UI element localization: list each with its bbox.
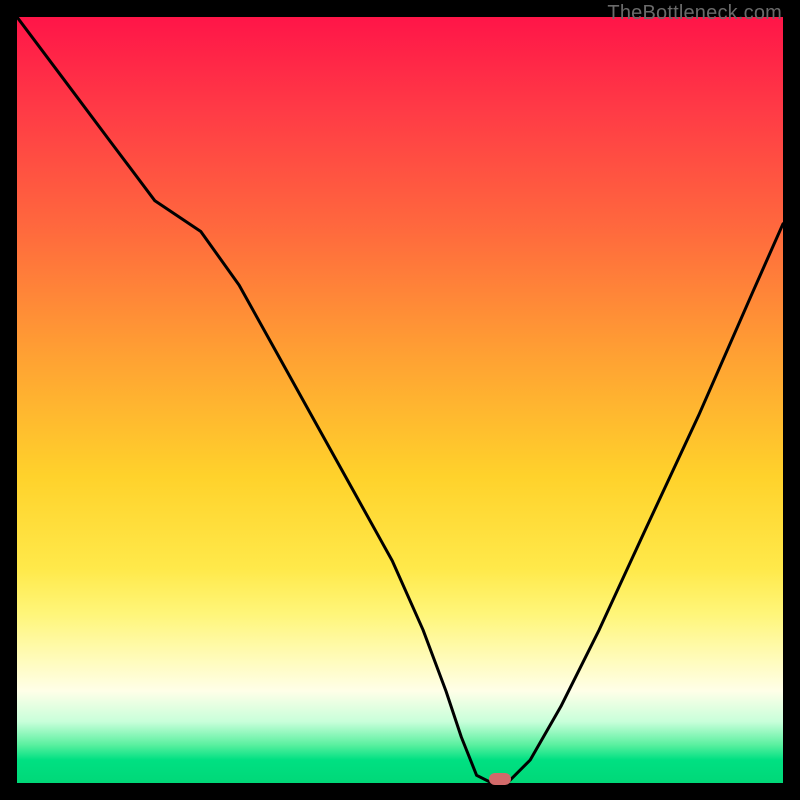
bottleneck-curve (17, 17, 783, 783)
plot-area (17, 17, 783, 783)
minimum-marker (489, 773, 511, 785)
watermark-text: TheBottleneck.com (607, 2, 782, 25)
chart-container: TheBottleneck.com (0, 0, 800, 800)
